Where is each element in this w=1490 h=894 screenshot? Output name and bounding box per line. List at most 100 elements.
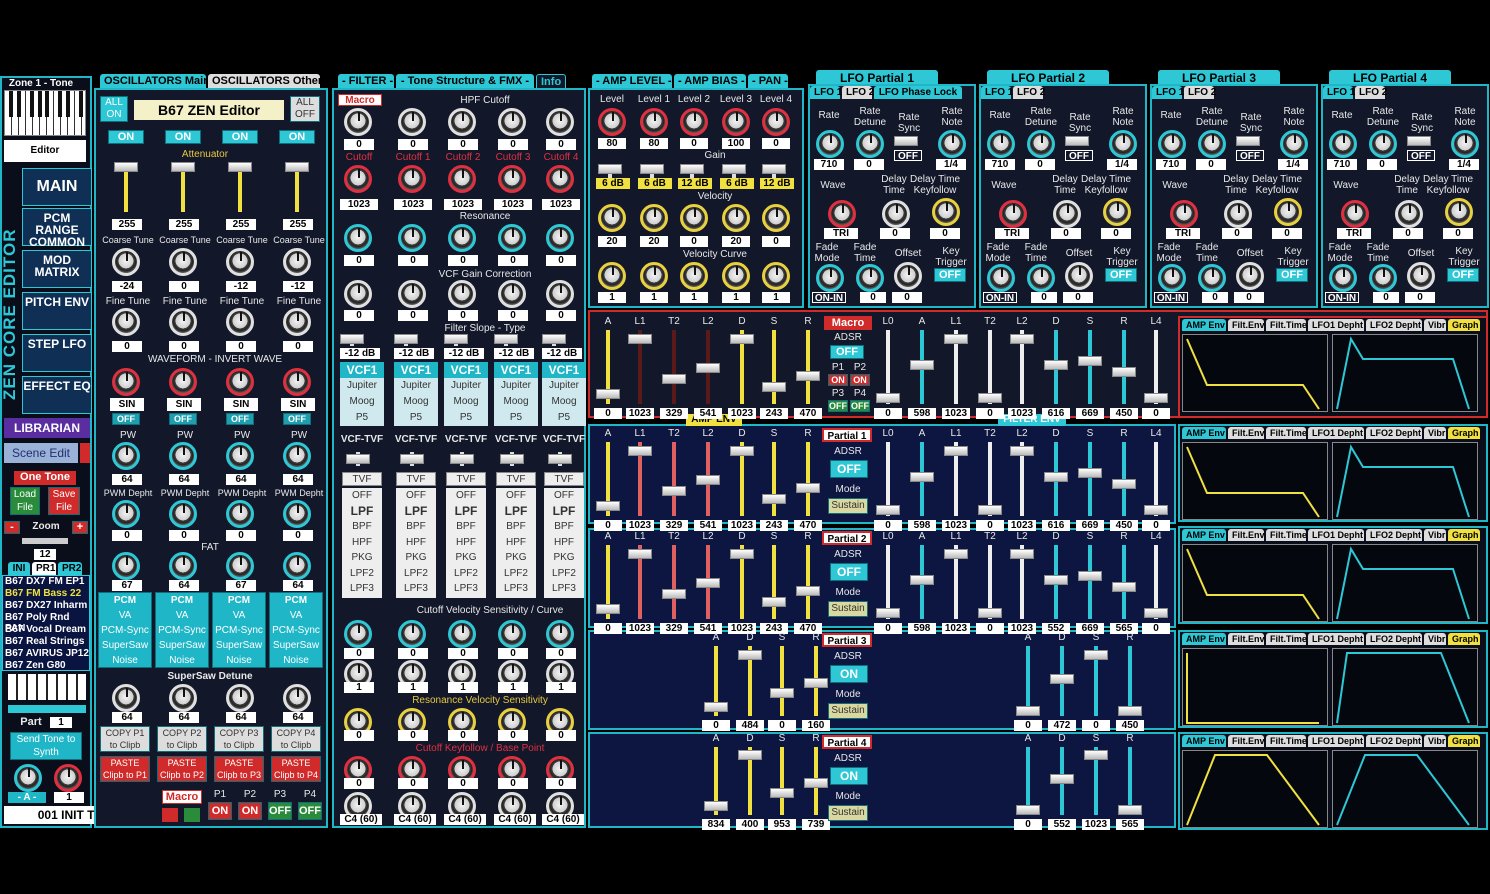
velocity-knob[interactable]	[722, 204, 750, 232]
tab-amp-level[interactable]: - AMP LEVEL -	[592, 74, 672, 88]
vcf-type-option[interactable]: P5	[394, 410, 438, 426]
vcf-type-option[interactable]: P5	[494, 410, 538, 426]
preset-item[interactable]: B67 DX7 FM EP1	[3, 576, 89, 588]
resonance-knob[interactable]	[448, 224, 476, 252]
env-amp-slider[interactable]	[696, 363, 720, 373]
lfo-fademode-knob[interactable]	[816, 264, 844, 292]
env-amp-slider[interactable]	[796, 371, 820, 381]
filter-type-selector[interactable]: OFF LPF BPF HPF PKG LPF2 LPF3	[396, 488, 436, 598]
env-amp-slider[interactable]	[662, 374, 686, 384]
hpf-knob[interactable]	[546, 108, 574, 136]
keyboard-icon[interactable]	[4, 90, 86, 136]
side-mod[interactable]: MOD MATRIX	[22, 250, 92, 288]
waveform-knob[interactable]	[283, 368, 311, 396]
env-filt-slider[interactable]	[876, 505, 900, 515]
lfo-dkf-knob[interactable]	[1445, 198, 1473, 226]
vcf-type-selector[interactable]: VCF1 Jupiter Moog P5	[542, 362, 586, 426]
graph-tab[interactable]: Filt.Env	[1228, 735, 1265, 747]
lfo-dkf-knob[interactable]	[1103, 198, 1131, 226]
env-filt-slider[interactable]	[1144, 505, 1168, 515]
env-amp-slider[interactable]	[662, 589, 686, 599]
lfo-wave-knob[interactable]	[828, 200, 856, 228]
vcf-type-option[interactable]: VCF1	[542, 362, 586, 378]
osc-type-option[interactable]: PCM-Sync	[99, 623, 151, 638]
all-off-button[interactable]: ALL OFF	[290, 96, 320, 122]
vcf-type-option[interactable]: Moog	[394, 394, 438, 410]
hpf-knob[interactable]	[448, 108, 476, 136]
hpf-knob[interactable]	[398, 108, 426, 136]
zoom-slider[interactable]	[22, 538, 68, 544]
waveform-knob[interactable]	[169, 368, 197, 396]
env-filt-slider[interactable]	[944, 334, 968, 344]
waveform-knob[interactable]	[226, 368, 254, 396]
lfo-key-trigger-button[interactable]: OFF	[1276, 268, 1308, 282]
vcf-type-option[interactable]: Jupiter	[340, 378, 384, 394]
mini-keyboard-icon[interactable]	[8, 674, 86, 700]
cutoff-knob[interactable]	[398, 165, 426, 193]
send-tone-button[interactable]: Send Tone to Synth	[10, 732, 82, 760]
save-file-button[interactable]: Save File	[48, 487, 80, 515]
lfo-sync-switch[interactable]	[1065, 136, 1089, 146]
coarse-knob[interactable]	[169, 248, 197, 276]
env-filt-slider[interactable]	[1144, 393, 1168, 403]
osc-type-option[interactable]: SuperSaw	[213, 638, 265, 653]
graph-tab[interactable]: Filt.Time	[1266, 319, 1307, 331]
vcf-tvf-slider[interactable]	[500, 454, 524, 464]
paste-button[interactable]: PASTE Clipb to P2	[157, 756, 207, 782]
preset-list[interactable]: B67 DX7 FM EP1 B67 FM Bass 22 B67 DX27 I…	[2, 575, 90, 671]
tab-filter[interactable]: - FILTER -	[338, 74, 394, 88]
env-filt-slider[interactable]	[1050, 774, 1074, 784]
osc-type-option[interactable]: Noise	[213, 653, 265, 668]
osc-type-option[interactable]: PCM-Sync	[270, 623, 322, 638]
pw-knob[interactable]	[112, 442, 140, 470]
tab-lfo1[interactable]: LFO 1	[810, 86, 842, 99]
copy-button[interactable]: COPY P2 to Clipb	[157, 726, 207, 752]
graph-tab[interactable]: Filt.Time	[1266, 427, 1307, 439]
zoom-plus-button[interactable]: +	[72, 521, 88, 534]
env-amp-slider[interactable]	[596, 389, 620, 399]
vcf-type-option[interactable]: P5	[340, 410, 384, 426]
preset-item[interactable]: B67 FM Bass 22	[3, 588, 89, 600]
lfo-fadetime-knob[interactable]	[1369, 264, 1397, 292]
gain-slider[interactable]	[680, 164, 704, 174]
filter-type-option[interactable]: OFF	[396, 488, 436, 504]
filter-type-option[interactable]: LPF2	[446, 566, 486, 582]
vel-curve-knob[interactable]	[762, 262, 790, 290]
env-amp-slider[interactable]	[628, 446, 652, 456]
sustain-button[interactable]: Sustain	[828, 498, 868, 514]
cutoff-knob[interactable]	[546, 165, 574, 193]
osc-type-option[interactable]: SuperSaw	[270, 638, 322, 653]
slope-slider[interactable]	[542, 334, 566, 344]
preset-item[interactable]: B67 AVIRUS JP12	[3, 648, 89, 660]
gaincorr-knob[interactable]	[344, 280, 372, 308]
lfo-note-knob[interactable]	[938, 130, 966, 158]
gain-slider[interactable]	[762, 164, 786, 174]
graph-tab[interactable]: Filt.Time	[1266, 529, 1307, 541]
supersaw-knob[interactable]	[112, 684, 140, 712]
level-knob[interactable]	[722, 108, 750, 136]
editor-label[interactable]: Editor	[4, 140, 86, 162]
adsr-off-button[interactable]: OFF	[830, 345, 864, 359]
env-filt-slider[interactable]	[1078, 468, 1102, 478]
octave-slider[interactable]	[8, 705, 86, 713]
side-effect[interactable]: EFFECT EQ	[22, 376, 92, 414]
env-filt-slider[interactable]	[978, 608, 1002, 618]
invert-off-button[interactable]: OFF	[283, 413, 311, 425]
osc-type-option[interactable]: VA	[156, 608, 208, 623]
level-knob[interactable]	[762, 108, 790, 136]
coarse-knob[interactable]	[226, 248, 254, 276]
graph-tab[interactable]: Vibr	[1424, 319, 1446, 331]
vcf-type-selector[interactable]: VCF1 Jupiter Moog P5	[444, 362, 488, 426]
lfo-sync-switch[interactable]	[1236, 136, 1260, 146]
env-part-toggle[interactable]: OFF	[828, 400, 848, 412]
filter-type-option[interactable]: LPF3	[496, 581, 536, 597]
cutoff-knob[interactable]	[448, 165, 476, 193]
filter-type-option[interactable]: BPF	[446, 519, 486, 535]
env-filt-slider[interactable]	[978, 505, 1002, 515]
attenuator-slider[interactable]	[228, 162, 252, 172]
filter-type-option[interactable]: LPF	[496, 504, 536, 520]
env-amp-slider[interactable]	[796, 483, 820, 493]
graph-tab[interactable]: AMP Env	[1182, 427, 1226, 439]
a-knob-2[interactable]	[54, 764, 82, 792]
osc-type-option[interactable]: PCM-Sync	[213, 623, 265, 638]
